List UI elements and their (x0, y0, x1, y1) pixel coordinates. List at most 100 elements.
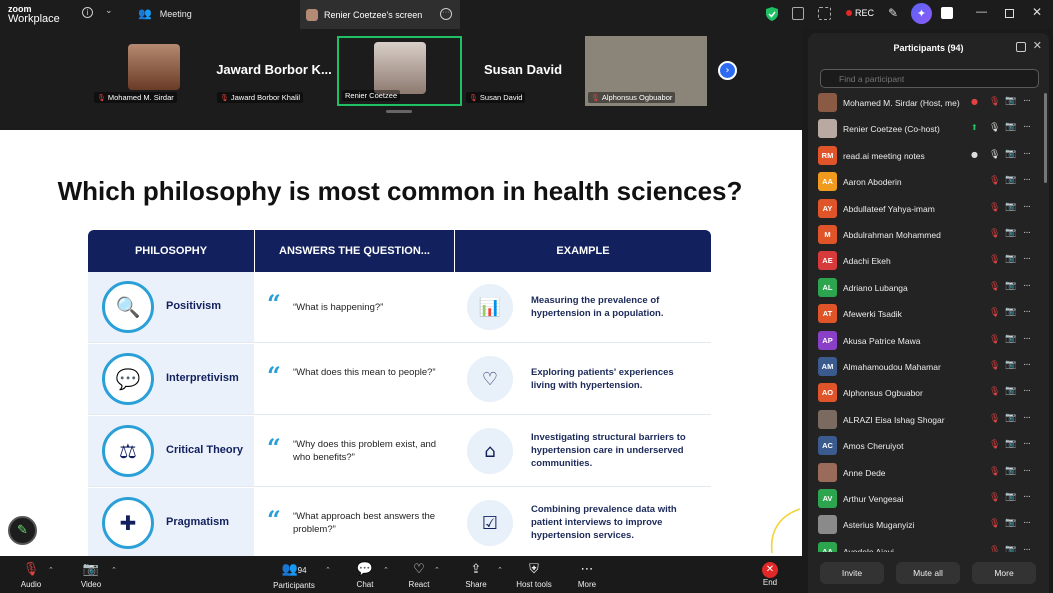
more-toolbar-button[interactable]: ⋯ More (572, 556, 602, 593)
camera-off-icon[interactable]: 📷 (1005, 413, 1016, 423)
participant-row[interactable]: AE Adachi Ekeh 🎙 📷 ··· (808, 248, 1049, 274)
chevron-up-icon[interactable]: ⌃ (497, 566, 503, 574)
mic-muted-icon[interactable]: 🎙 (989, 335, 1000, 345)
mic-muted-icon[interactable]: 🎙 (989, 308, 1000, 318)
share-button[interactable]: ⇪ Share (461, 556, 491, 593)
more-options-icon[interactable]: ··· (1023, 333, 1031, 344)
camera-off-icon[interactable]: 📷 (1005, 334, 1016, 344)
ai-companion-icon[interactable]: ✦ (911, 3, 932, 24)
more-options-icon[interactable]: ··· (1023, 491, 1031, 502)
video-tile[interactable]: Susan David 🎙 Susan David (463, 36, 583, 106)
end-button[interactable]: ✕ End (756, 556, 784, 593)
participants-button[interactable]: 👥94 Participants (270, 556, 318, 593)
camera-off-icon[interactable]: 📷 (1005, 254, 1016, 264)
more-options-icon[interactable]: ··· (1023, 253, 1031, 264)
participant-row[interactable]: ALRAZI Eisa Ishag Shogar 🎙 📷 ··· (808, 407, 1049, 433)
chevron-up-icon[interactable]: ⌃ (325, 566, 331, 574)
camera-off-icon[interactable]: 📷 (1005, 228, 1016, 238)
camera-off-icon[interactable]: 📷 (1005, 492, 1016, 502)
more-options-icon[interactable]: ··· (1023, 227, 1031, 238)
mic-muted-icon[interactable]: 🎙 (989, 229, 1000, 239)
annotate-icon[interactable]: ✎ (888, 6, 898, 20)
mic-muted-icon[interactable]: 🎙 (989, 361, 1000, 371)
mic-muted-icon[interactable]: 🎙 (989, 176, 1000, 186)
mic-muted-icon[interactable]: 🎙 (989, 203, 1000, 213)
participant-row[interactable]: AO Alphonsus Ogbuabor 🎙 📷 ··· (808, 380, 1049, 406)
participant-row[interactable]: Asterius Muganyizi 🎙 📷 ··· (808, 512, 1049, 538)
more-options-icon[interactable]: ··· (1023, 517, 1031, 528)
host-tools-button[interactable]: ⛨ Host tools (512, 556, 556, 593)
video-button[interactable]: 📷 Video (74, 556, 108, 593)
more-options-icon[interactable]: ··· (1023, 412, 1031, 423)
layout-icon[interactable] (818, 7, 831, 20)
participant-row[interactable]: Renier Coetzee (Co-host) ⬆ 🎙 📷 ··· (808, 116, 1049, 142)
camera-icon[interactable]: 📷 (1005, 386, 1016, 396)
camera-off-icon[interactable]: 📷 (1005, 307, 1016, 317)
camera-off-icon[interactable]: 📷 (1005, 149, 1016, 159)
mic-muted-icon[interactable]: 🎙 (989, 255, 1000, 265)
participant-row[interactable]: Mohamed M. Sirdar (Host, me) ● 🎙 📷 ··· (808, 90, 1049, 116)
audio-button[interactable]: 🎙 Audio (14, 556, 48, 593)
invite-button[interactable]: Invite (820, 562, 884, 584)
camera-off-icon[interactable]: 📷 (1005, 96, 1016, 106)
chevron-up-icon[interactable]: ⌃ (434, 566, 440, 574)
shield-icon[interactable] (766, 7, 778, 21)
meeting-tab[interactable]: 👥 Meeting (138, 7, 192, 20)
mic-icon[interactable]: 🎙 (989, 150, 1000, 160)
more-options-icon[interactable]: ··· (1023, 174, 1031, 185)
popout-icon[interactable] (1016, 42, 1026, 52)
react-button[interactable]: ♡ React (404, 556, 434, 593)
close-panel-icon[interactable]: ✕ (1033, 39, 1042, 52)
participant-row[interactable]: AP Akusa Patrice Mawa 🎙 📷 ··· (808, 328, 1049, 354)
mute-all-button[interactable]: Mute all (896, 562, 960, 584)
camera-off-icon[interactable]: 📷 (1005, 122, 1016, 132)
mic-muted-icon[interactable]: 🎙 (989, 519, 1000, 529)
more-options-icon[interactable]: ··· (1023, 280, 1031, 291)
notes-icon[interactable] (792, 7, 804, 20)
chat-button[interactable]: 💬 Chat (350, 556, 380, 593)
more-options-icon[interactable]: ··· (440, 8, 452, 20)
restore-icon[interactable] (1005, 9, 1014, 18)
video-tile[interactable]: 🎙 Alphonsus Ogbuabor (585, 36, 707, 106)
camera-off-icon[interactable]: 📷 (1005, 439, 1016, 449)
more-options-icon[interactable]: ··· (1023, 121, 1031, 132)
mic-muted-icon[interactable]: 🎙 (989, 440, 1000, 450)
mic-muted-icon[interactable]: 🎙 (989, 97, 1000, 107)
participant-row[interactable]: AA Ayodele Ajayi 🎙 📷 ··· (808, 539, 1049, 552)
camera-off-icon[interactable]: 📷 (1005, 466, 1016, 476)
active-speaker-tile[interactable]: Renier Coetzee (337, 36, 462, 106)
chevron-up-icon[interactable]: ⌃ (383, 566, 389, 574)
video-tile[interactable]: Jaward Borbor K... 🎙 Jaward Borbor Khalil (214, 36, 334, 106)
participant-row[interactable]: AY Abdullateef Yahya-imam 🎙 📷 ··· (808, 196, 1049, 222)
more-options-icon[interactable]: ··· (1023, 201, 1031, 212)
chevron-up-icon[interactable]: ⌃ (48, 566, 54, 574)
annotation-pen-button[interactable]: ✎ (8, 516, 37, 545)
mic-muted-icon[interactable]: 🎙 (989, 282, 1000, 292)
camera-off-icon[interactable]: 📷 (1005, 360, 1016, 370)
info-icon[interactable]: i (82, 7, 93, 18)
camera-off-icon[interactable]: 📷 (1005, 545, 1016, 552)
participant-row[interactable]: RM read.ai meeting notes ● 🎙 📷 ··· (808, 143, 1049, 169)
scrollbar[interactable] (1044, 93, 1047, 183)
more-button[interactable]: More (972, 562, 1036, 584)
more-options-icon[interactable]: ··· (1023, 148, 1031, 159)
participant-row[interactable]: AM Almahamoudou Mahamar 🎙 📷 ··· (808, 354, 1049, 380)
participant-row[interactable]: M Abdulrahman Mohammed 🎙 📷 ··· (808, 222, 1049, 248)
camera-off-icon[interactable]: 📷 (1005, 175, 1016, 185)
participant-row[interactable]: Anne Dede 🎙 📷 ··· (808, 460, 1049, 486)
camera-off-icon[interactable]: 📷 (1005, 202, 1016, 212)
mic-muted-icon[interactable]: 🎙 (989, 493, 1000, 503)
mic-icon[interactable]: 🎙 (989, 123, 1000, 133)
next-page-icon[interactable]: › (718, 61, 737, 80)
mic-muted-icon[interactable]: 🎙 (989, 546, 1000, 552)
minimize-icon[interactable]: — (976, 6, 987, 18)
mic-muted-icon[interactable]: 🎙 (989, 467, 1000, 477)
mic-muted-icon[interactable]: 🎙 (989, 387, 1000, 397)
more-options-icon[interactable]: ··· (1023, 95, 1031, 106)
participant-row[interactable]: AC Amos Cheruiyot 🎙 📷 ··· (808, 433, 1049, 459)
participant-row[interactable]: AV Arthur Vengesai 🎙 📷 ··· (808, 486, 1049, 512)
more-options-icon[interactable]: ··· (1023, 465, 1031, 476)
strip-resize-handle[interactable] (386, 110, 412, 113)
participant-row[interactable]: AA Aaron Aboderin 🎙 📷 ··· (808, 169, 1049, 195)
chevron-down-icon[interactable]: ⌄ (105, 6, 113, 16)
